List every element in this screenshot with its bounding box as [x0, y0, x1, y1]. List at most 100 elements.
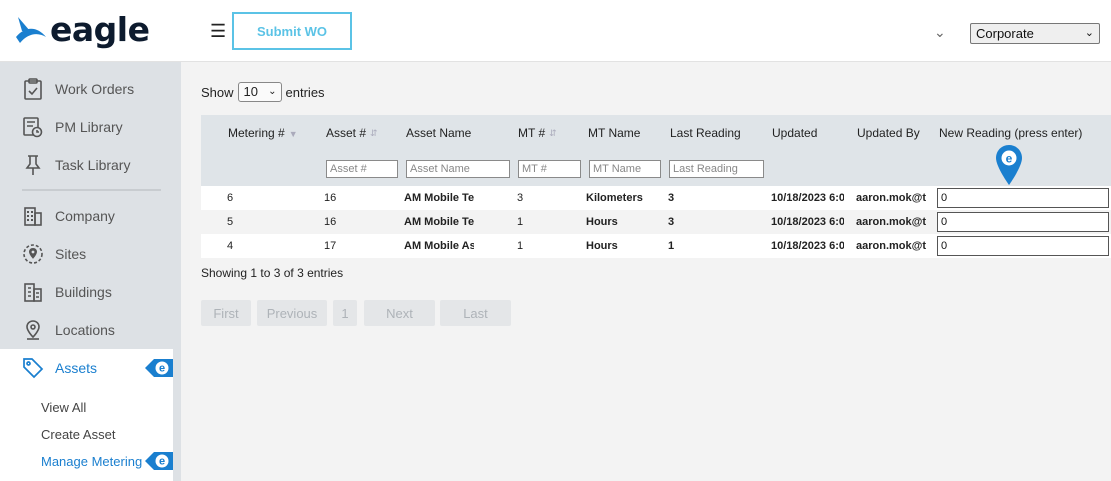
entries-label: entries: [285, 84, 325, 100]
column-header-updated-by[interactable]: Updated By: [857, 126, 920, 140]
organization-select[interactable]: Corporate ⌄: [970, 23, 1100, 44]
sidebar-item-locations[interactable]: Locations: [0, 311, 173, 349]
map-pin-icon: [22, 319, 44, 341]
top-header: eagle ☰ Submit WO ⌄ Corporate ⌄: [0, 0, 1111, 62]
sidebar-item-company[interactable]: Company: [0, 197, 173, 235]
cell-mt-name: Kilometers: [586, 192, 643, 204]
sidebar-item-work-orders[interactable]: Work Orders: [0, 70, 173, 108]
show-label: Show: [201, 84, 234, 100]
clipboard-check-icon: [22, 78, 44, 100]
entries-length-control: Show 10 ⌄ entries: [201, 82, 325, 102]
cell-asset: 17: [324, 240, 337, 252]
submit-wo-button[interactable]: Submit WO: [232, 12, 352, 50]
sidebar-divider: [22, 189, 161, 191]
column-header-mt-name[interactable]: MT Name: [588, 126, 640, 140]
eagle-logo[interactable]: eagle: [16, 10, 150, 49]
submenu-create-asset[interactable]: Create Asset: [41, 427, 115, 442]
cell-last-reading: 3: [668, 216, 675, 228]
column-header-metering[interactable]: Metering # ▼: [228, 126, 298, 140]
buildings-icon: [22, 281, 44, 303]
new-reading-input[interactable]: 0: [937, 236, 1109, 256]
pager-previous-button[interactable]: Previous: [257, 300, 327, 326]
table-row: 6 16 AM Mobile Te: 3 Kilometers 3 10/18/…: [201, 186, 1111, 210]
entries-select-value: 10: [243, 84, 258, 99]
cell-asset-name: AM Mobile Te:: [404, 192, 474, 204]
sidebar-item-sites[interactable]: Sites: [0, 235, 173, 273]
tag-icon: [22, 357, 44, 379]
cell-metering: 6: [227, 192, 234, 204]
chevron-down-icon: ⌄: [268, 86, 277, 97]
cell-updated-by: aaron.mok@tr: [856, 216, 926, 228]
pager-next-button[interactable]: Next: [364, 300, 435, 326]
pager-first-button[interactable]: First: [201, 300, 251, 326]
pin-letter: e: [1006, 152, 1013, 166]
sidebar-item-buildings[interactable]: Buildings: [0, 273, 173, 311]
sidebar-item-label: Locations: [55, 322, 115, 338]
organization-select-value: Corporate: [976, 26, 1034, 41]
eagle-wing-icon: [16, 17, 46, 43]
sidebar-item-label: Buildings: [55, 284, 112, 300]
new-reading-input[interactable]: 0: [937, 212, 1109, 232]
column-header-asset[interactable]: Asset # ⇵: [326, 126, 378, 140]
cell-last-reading: 1: [668, 240, 675, 252]
cell-metering: 5: [227, 216, 234, 228]
select-caret-icon: ⌄: [1084, 27, 1094, 39]
sidebar-item-task-library[interactable]: Task Library: [0, 146, 173, 184]
table-row: 5 16 AM Mobile Te: 1 Hours 3 10/18/2023 …: [201, 210, 1111, 234]
hamburger-icon[interactable]: ☰: [210, 22, 226, 40]
sidebar-item-label: Company: [55, 208, 115, 224]
column-header-last-reading[interactable]: Last Reading: [670, 126, 741, 140]
sidebar-item-pm-library[interactable]: PM Library: [0, 108, 173, 146]
submenu-manage-metering[interactable]: Manage Metering: [41, 454, 142, 469]
filter-last-reading-input[interactable]: Last Reading: [669, 160, 764, 178]
sort-icon: ⇵: [549, 128, 557, 139]
cell-asset-name: AM Mobile Te:: [404, 216, 474, 228]
cell-updated: 10/18/2023 6:0: [771, 216, 844, 228]
table-info: Showing 1 to 3 of 3 entries: [201, 266, 344, 280]
cell-updated-by: aaron.mok@tr: [856, 192, 926, 204]
new-reading-input[interactable]: 0: [937, 188, 1109, 208]
building-icon: [22, 205, 44, 227]
sidebar: Work Orders PM Library Task Library Comp…: [0, 62, 181, 481]
column-header-new-reading: New Reading (press enter): [939, 126, 1083, 140]
table-row: 4 17 AM Mobile As 1 Hours 1 10/18/2023 6…: [201, 234, 1111, 258]
entries-select[interactable]: 10 ⌄: [237, 82, 282, 102]
sort-desc-icon: ▼: [288, 128, 298, 139]
pager-page-1-button[interactable]: 1: [333, 300, 357, 326]
cell-last-reading: 3: [668, 192, 675, 204]
sidebar-item-label: Task Library: [55, 157, 131, 173]
e-badge-icon: e: [145, 359, 173, 377]
column-header-mt[interactable]: MT # ⇵: [518, 126, 557, 140]
filter-mt-input[interactable]: MT #: [518, 160, 581, 178]
cell-asset-name: AM Mobile As: [404, 240, 474, 252]
cell-asset: 16: [324, 192, 337, 204]
chevron-down-icon[interactable]: ⌄: [934, 24, 946, 41]
cell-metering: 4: [227, 240, 234, 252]
sidebar-item-label: Work Orders: [55, 81, 135, 97]
filter-asset-name-input[interactable]: Asset Name: [406, 160, 510, 178]
cell-mt-name: Hours: [586, 240, 618, 252]
e-badge-icon: e: [145, 452, 173, 470]
clock-document-icon: [22, 116, 44, 138]
pushpin-icon: [22, 154, 44, 176]
cell-mt: 3: [517, 192, 524, 204]
cell-mt-name: Hours: [586, 216, 618, 228]
filter-asset-input[interactable]: Asset #: [326, 160, 398, 178]
badge-letter: e: [159, 456, 165, 468]
submenu-view-all[interactable]: View All: [41, 400, 86, 415]
sort-icon: ⇵: [370, 128, 378, 139]
cell-mt: 1: [517, 216, 524, 228]
badge-letter: e: [159, 363, 165, 375]
cell-updated-by: aaron.mok@tr: [856, 240, 926, 252]
column-header-asset-name[interactable]: Asset Name: [406, 126, 471, 140]
cell-updated: 10/18/2023 6:0: [771, 240, 844, 252]
column-header-updated[interactable]: Updated: [772, 126, 817, 140]
cell-asset: 16: [324, 216, 337, 228]
sidebar-item-label: PM Library: [55, 119, 123, 135]
filter-mt-name-input[interactable]: MT Name: [589, 160, 661, 178]
pager-last-button[interactable]: Last: [440, 300, 511, 326]
location-circle-icon: [22, 243, 44, 265]
logo-text: eagle: [50, 10, 150, 49]
main-content: Show 10 ⌄ entries Metering # ▼ Asset # ⇵ A…: [181, 62, 1111, 481]
sidebar-item-label: Sites: [55, 246, 87, 262]
